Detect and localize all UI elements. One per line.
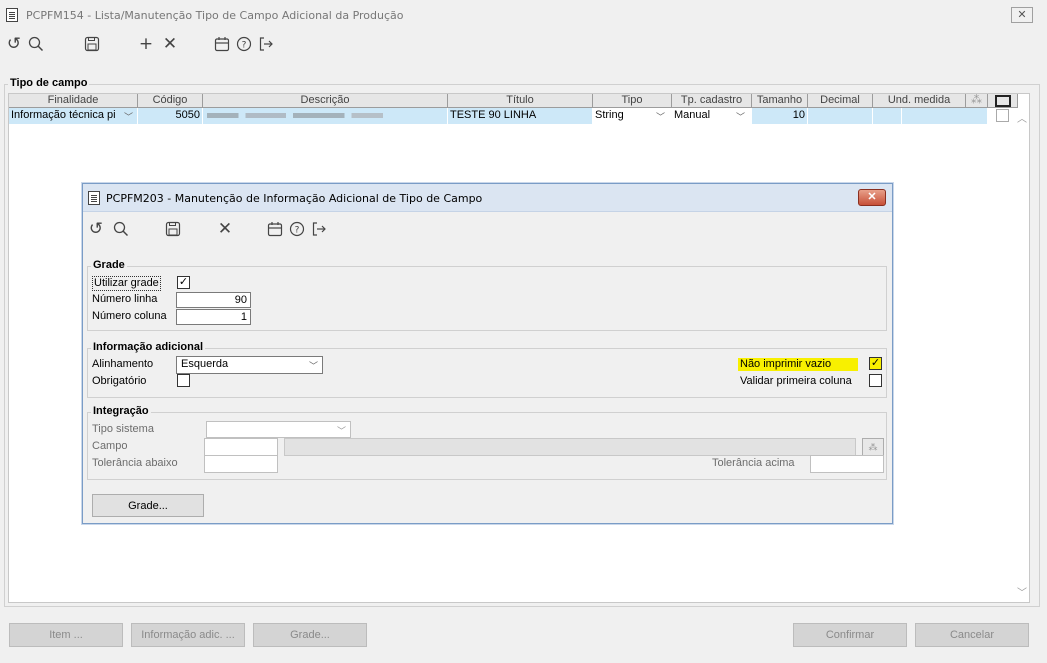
- col-codigo[interactable]: Código: [138, 94, 203, 108]
- calendar-icon[interactable]: [212, 34, 232, 57]
- utilizar-grade-label: Utilizar grade: [92, 276, 161, 291]
- dialog-title-bar: PCPFM203 - Manutenção de Informação Adic…: [83, 184, 892, 212]
- search-icon[interactable]: [26, 34, 46, 57]
- window-close-button[interactable]: ✕: [1011, 7, 1033, 23]
- table-row-titulo[interactable]: TESTE 90 LINHA: [448, 108, 593, 124]
- table-row-und-medida[interactable]: [873, 108, 902, 124]
- chevron-down-icon[interactable]: ﹀: [124, 110, 133, 123]
- chevron-down-icon[interactable]: ﹀: [656, 110, 665, 123]
- table-row-filler: [902, 108, 988, 124]
- table-row-tamanho[interactable]: 10: [752, 108, 808, 124]
- dialog-close-button[interactable]: ✕: [858, 189, 886, 206]
- chevron-down-icon: ﹀: [336, 426, 346, 436]
- scroll-up-icon[interactable]: ︿: [1017, 110, 1027, 125]
- chevron-down-icon: ﹀: [308, 361, 318, 371]
- campo-description-field: [284, 438, 856, 456]
- tipo-de-campo-label: Tipo de campo: [8, 77, 90, 89]
- window-title-bar: PCPFM154 - Lista/Manutenção Tipo de Camp…: [0, 0, 1047, 32]
- informacao-adicional-label: Informação adicional: [91, 341, 206, 353]
- table-row-descricao[interactable]: [203, 108, 448, 124]
- help-icon[interactable]: ?: [287, 219, 307, 242]
- alinhamento-value: Esquerda: [181, 358, 229, 370]
- nao-imprimir-vazio-label: Não imprimir vazio: [738, 358, 858, 371]
- undo-icon[interactable]: ↺: [86, 219, 106, 239]
- exit-icon[interactable]: [256, 34, 276, 57]
- window-title: PCPFM154 - Lista/Manutenção Tipo de Camp…: [26, 9, 404, 22]
- col-titulo[interactable]: Título: [448, 94, 593, 108]
- col-tamanho[interactable]: Tamanho: [752, 94, 808, 108]
- tolerancia-abaixo-field[interactable]: [204, 455, 278, 473]
- campo-label: Campo: [92, 440, 128, 452]
- close-icon: ✕: [867, 191, 877, 203]
- integracao-label: Integração: [91, 405, 151, 417]
- save-icon[interactable]: [82, 34, 102, 57]
- col-finalidade[interactable]: Finalidade: [9, 94, 138, 108]
- svg-text:?: ?: [242, 41, 247, 51]
- grade-footer-button[interactable]: Grade...: [253, 623, 367, 647]
- col-tp-cadastro[interactable]: Tp. cadastro: [672, 94, 752, 108]
- add-icon[interactable]: +: [136, 34, 156, 54]
- grade-button[interactable]: Grade...: [92, 494, 204, 517]
- delete-icon[interactable]: ✕: [160, 34, 180, 54]
- blurred-text: [207, 113, 383, 118]
- informacao-adic-button[interactable]: Informação adic. ...: [131, 623, 245, 647]
- col-und-medida[interactable]: Und. medida: [873, 94, 966, 108]
- item-button[interactable]: Item ...: [9, 623, 123, 647]
- numero-linha-field[interactable]: 90: [176, 292, 251, 308]
- svg-text:?: ?: [295, 226, 300, 236]
- select-all-header[interactable]: [988, 94, 1018, 108]
- exit-icon[interactable]: [309, 219, 329, 242]
- validar-primeira-coluna-checkbox[interactable]: [869, 374, 882, 387]
- help-icon[interactable]: ?: [234, 34, 254, 57]
- col-tipo[interactable]: Tipo: [593, 94, 672, 108]
- numero-linha-label: Número linha: [92, 293, 158, 305]
- alinhamento-select[interactable]: Esquerda ﹀: [176, 356, 323, 374]
- obrigatorio-label: Obrigatório: [92, 375, 147, 387]
- column-chooser-icon[interactable]: ⁂: [966, 94, 988, 108]
- col-descricao[interactable]: Descrição: [203, 94, 448, 108]
- dialog-title: PCPFM203 - Manutenção de Informação Adic…: [106, 192, 483, 205]
- save-icon[interactable]: [163, 219, 183, 242]
- table-row-codigo[interactable]: 5050: [138, 108, 203, 124]
- search-icon[interactable]: [111, 219, 131, 242]
- tipo-sistema-label: Tipo sistema: [92, 423, 154, 435]
- numero-coluna-field[interactable]: 1: [176, 309, 251, 325]
- table-row-finalidade[interactable]: Informação técnica pi: [9, 108, 138, 124]
- confirmar-button[interactable]: Confirmar: [793, 623, 907, 647]
- app-icon: [6, 8, 18, 22]
- chevron-down-icon[interactable]: ﹀: [736, 110, 745, 123]
- tolerancia-acima-label: Tolerância acima: [712, 457, 795, 469]
- col-decimal[interactable]: Decimal: [808, 94, 873, 108]
- close-icon: ✕: [1017, 9, 1027, 21]
- utilizar-grade-checkbox[interactable]: ✓: [177, 276, 190, 289]
- lookup-icon: ⁂: [868, 442, 878, 452]
- table-row-decimal[interactable]: [808, 108, 873, 124]
- alinhamento-label: Alinhamento: [92, 358, 154, 370]
- tipo-sistema-select[interactable]: ﹀: [206, 421, 351, 438]
- grade-group-label: Grade: [91, 259, 127, 271]
- campo-code-field[interactable]: [204, 438, 278, 456]
- numero-coluna-label: Número coluna: [92, 310, 167, 322]
- undo-icon[interactable]: ↺: [4, 34, 24, 54]
- row-select-checkbox[interactable]: [996, 109, 1009, 122]
- delete-icon[interactable]: ✕: [215, 219, 235, 239]
- scroll-down-icon[interactable]: ﹀: [1017, 584, 1027, 599]
- cancelar-button[interactable]: Cancelar: [915, 623, 1029, 647]
- campo-lookup-button[interactable]: ⁂: [862, 438, 884, 456]
- tolerancia-acima-field[interactable]: [810, 455, 884, 473]
- dialog-app-icon: [88, 191, 100, 205]
- obrigatorio-checkbox[interactable]: [177, 374, 190, 387]
- tolerancia-abaixo-label: Tolerância abaixo: [92, 457, 178, 469]
- calendar-icon[interactable]: [265, 219, 285, 242]
- validar-primeira-coluna-label: Validar primeira coluna: [740, 375, 852, 387]
- info-adicional-dialog: PCPFM203 - Manutenção de Informação Adic…: [82, 183, 893, 524]
- nao-imprimir-vazio-checkbox[interactable]: ✓: [869, 357, 882, 370]
